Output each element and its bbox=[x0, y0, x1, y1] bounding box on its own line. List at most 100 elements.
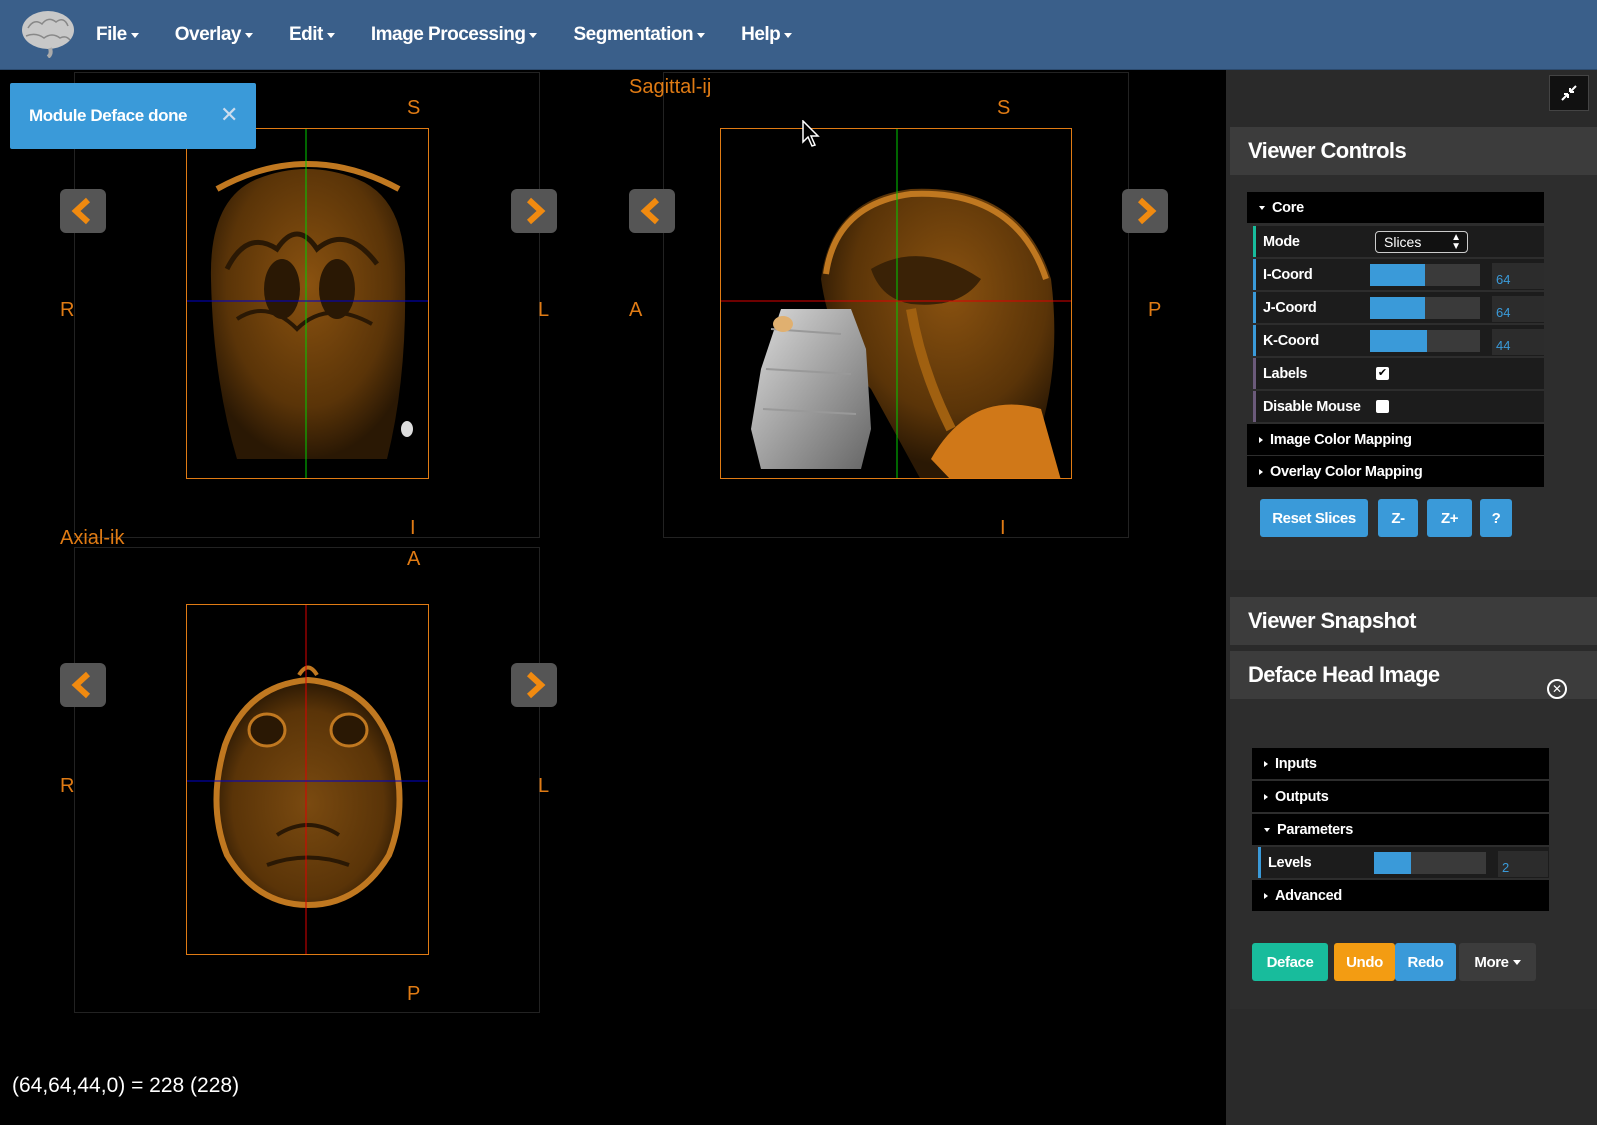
caret-right-icon bbox=[1264, 760, 1268, 767]
viewer-snapshot-header[interactable]: Viewer Snapshot bbox=[1230, 597, 1597, 645]
labels-accent-bar bbox=[1253, 358, 1256, 389]
menu-overlay[interactable]: Overlay bbox=[175, 24, 253, 46]
caret-down-icon bbox=[697, 32, 706, 38]
sagittal-view-label: Sagittal-ij bbox=[629, 76, 712, 98]
i-coord-slider-fill bbox=[1370, 264, 1425, 286]
axial-orient-left: R bbox=[60, 775, 75, 797]
brain-icon[interactable] bbox=[18, 6, 76, 58]
close-circle-icon[interactable]: ✕ bbox=[1547, 679, 1567, 699]
menu-help-label: Help bbox=[741, 24, 781, 45]
sagittal-orient-top: S bbox=[997, 97, 1011, 119]
image-color-mapping-label: Image Color Mapping bbox=[1270, 431, 1412, 448]
overlay-color-mapping-toggle[interactable]: Overlay Color Mapping bbox=[1247, 456, 1544, 487]
help-button[interactable]: ? bbox=[1480, 499, 1512, 537]
reset-slices-button[interactable]: Reset Slices bbox=[1260, 499, 1368, 537]
coordinate-readout: (64,64,44,0) = 228 (228) bbox=[12, 1074, 240, 1097]
axial-next-slice-button[interactable] bbox=[511, 663, 557, 707]
axial-orient-bottom: P bbox=[407, 983, 421, 1005]
sagittal-orient-right: P bbox=[1148, 299, 1162, 321]
i-coord-slider[interactable] bbox=[1370, 264, 1480, 286]
levels-slider-fill bbox=[1374, 852, 1411, 874]
core-group-label: Core bbox=[1272, 199, 1304, 216]
mode-select[interactable]: Slices ▲ ▼ bbox=[1375, 231, 1468, 253]
labels-checkbox[interactable]: ✔ bbox=[1376, 367, 1389, 380]
undo-button[interactable]: Undo bbox=[1334, 943, 1395, 981]
mode-select-value: Slices bbox=[1384, 234, 1422, 250]
j-coord-slider[interactable] bbox=[1370, 297, 1480, 319]
collapse-panel-button[interactable] bbox=[1549, 75, 1589, 111]
menu-image-processing-label: Image Processing bbox=[370, 24, 526, 45]
redo-button[interactable]: Redo bbox=[1395, 943, 1456, 981]
toast-close-icon[interactable]: ✕ bbox=[220, 102, 238, 128]
caret-down-icon bbox=[784, 32, 793, 38]
menu-edit[interactable]: Edit bbox=[289, 24, 335, 46]
core-group-toggle[interactable]: Core bbox=[1247, 192, 1544, 223]
disable-mouse-accent-bar bbox=[1253, 391, 1256, 422]
image-color-mapping-toggle[interactable]: Image Color Mapping bbox=[1247, 424, 1544, 455]
disable-mouse-label: Disable Mouse bbox=[1263, 398, 1361, 415]
menu-file-label: File bbox=[96, 24, 127, 45]
j-coord-value[interactable]: 64 bbox=[1492, 296, 1544, 322]
menu-edit-label: Edit bbox=[288, 24, 323, 45]
j-coord-accent-bar bbox=[1253, 292, 1256, 323]
more-button[interactable]: More bbox=[1459, 943, 1536, 981]
caret-down-icon bbox=[244, 32, 253, 38]
sagittal-next-slice-button[interactable] bbox=[1122, 189, 1168, 233]
axial-mri-image bbox=[187, 605, 428, 954]
k-coord-slider[interactable] bbox=[1370, 330, 1480, 352]
caret-right-icon bbox=[1259, 468, 1263, 475]
disable-mouse-row: Disable Mouse bbox=[1253, 391, 1544, 422]
advanced-toggle[interactable]: Advanced bbox=[1252, 880, 1549, 911]
i-coord-value[interactable]: 64 bbox=[1492, 263, 1544, 289]
chevron-right-icon bbox=[1137, 197, 1157, 225]
mouse-cursor-icon bbox=[802, 120, 820, 147]
coronal-orient-top: S bbox=[407, 97, 421, 119]
parameters-toggle[interactable]: Parameters bbox=[1252, 814, 1549, 845]
top-navbar: File Overlay Edit Image Processing Segme… bbox=[0, 0, 1597, 70]
i-coord-label: I-Coord bbox=[1263, 266, 1313, 283]
axial-view-label: Axial-ik bbox=[60, 527, 125, 549]
j-coord-label: J-Coord bbox=[1263, 299, 1317, 316]
k-coord-accent-bar bbox=[1253, 325, 1256, 356]
i-coord-accent-bar bbox=[1253, 259, 1256, 290]
coronal-next-slice-button[interactable] bbox=[511, 189, 557, 233]
deface-panel-header[interactable]: Deface Head Image bbox=[1230, 651, 1597, 699]
coronal-slice-image[interactable] bbox=[186, 128, 429, 479]
menu-image-processing[interactable]: Image Processing bbox=[371, 24, 538, 46]
inputs-toggle[interactable]: Inputs bbox=[1252, 748, 1549, 779]
caret-down-icon bbox=[1259, 205, 1265, 210]
caret-down-icon bbox=[1264, 827, 1270, 832]
outputs-toggle[interactable]: Outputs bbox=[1252, 781, 1549, 812]
main-menu: File Overlay Edit Image Processing Segme… bbox=[96, 0, 828, 70]
deface-button[interactable]: Deface bbox=[1252, 943, 1328, 981]
viewer-controls-header[interactable]: Viewer Controls bbox=[1230, 127, 1597, 175]
sagittal-slice-image[interactable] bbox=[720, 128, 1072, 479]
levels-value[interactable]: 2 bbox=[1498, 851, 1548, 877]
outputs-label: Outputs bbox=[1275, 788, 1329, 805]
chevron-left-icon bbox=[640, 197, 660, 225]
notification-toast: Module Deface done ✕ bbox=[10, 83, 256, 149]
z-minus-button[interactable]: Z- bbox=[1378, 499, 1418, 537]
caret-down-icon bbox=[529, 32, 538, 38]
k-coord-value[interactable]: 44 bbox=[1492, 329, 1544, 355]
levels-slider[interactable] bbox=[1374, 852, 1486, 874]
coronal-prev-slice-button[interactable] bbox=[60, 189, 106, 233]
chevron-left-icon bbox=[71, 197, 91, 225]
sagittal-prev-slice-button[interactable] bbox=[629, 189, 675, 233]
axial-prev-slice-button[interactable] bbox=[60, 663, 106, 707]
menu-help[interactable]: Help bbox=[741, 24, 793, 46]
mode-accent-bar bbox=[1253, 226, 1256, 257]
disable-mouse-checkbox[interactable] bbox=[1376, 400, 1389, 413]
axial-slice-image[interactable] bbox=[186, 604, 429, 955]
caret-right-icon bbox=[1264, 793, 1268, 800]
levels-label: Levels bbox=[1268, 854, 1312, 871]
z-plus-button[interactable]: Z+ bbox=[1427, 499, 1472, 537]
chevron-right-icon bbox=[526, 671, 546, 699]
levels-accent-bar bbox=[1258, 847, 1261, 878]
caret-right-icon bbox=[1259, 436, 1263, 443]
menu-file[interactable]: File bbox=[96, 24, 139, 46]
sagittal-orient-left: A bbox=[629, 299, 643, 321]
compress-icon bbox=[1561, 85, 1577, 101]
menu-segmentation[interactable]: Segmentation bbox=[573, 24, 706, 46]
toast-message: Module Deface done bbox=[29, 106, 188, 125]
